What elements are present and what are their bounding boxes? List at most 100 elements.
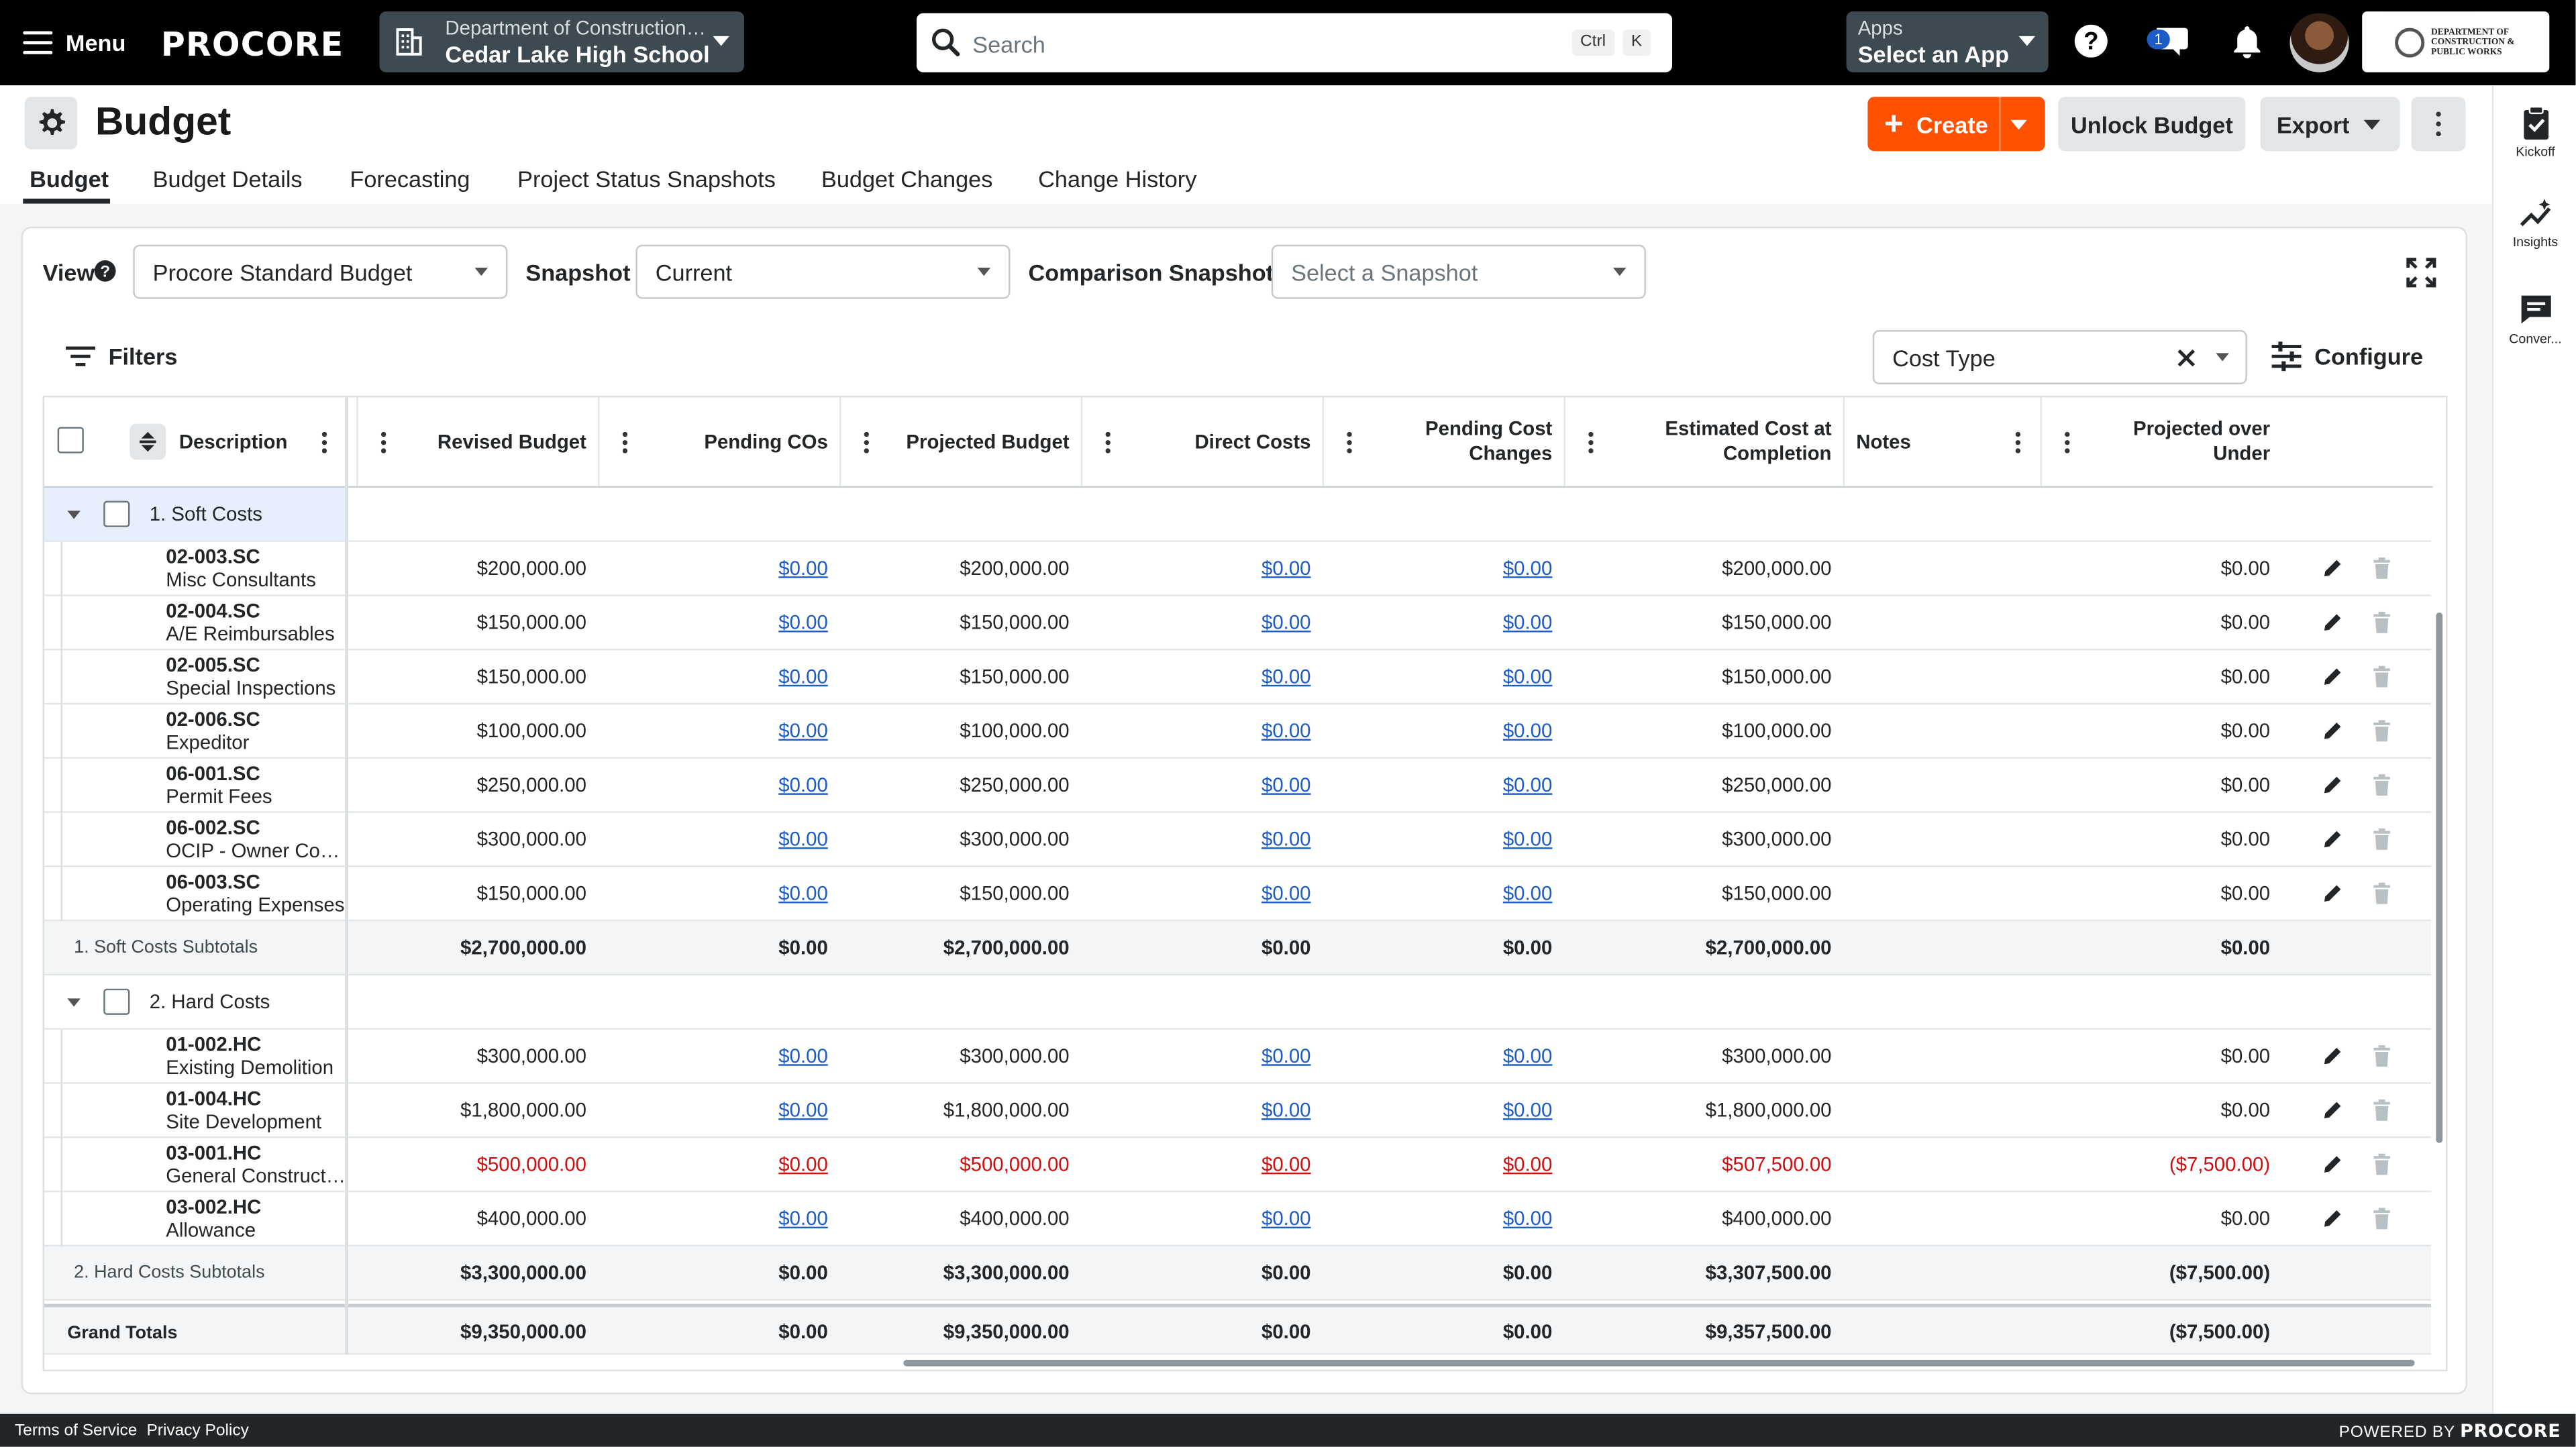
column-menu-icon[interactable] [1588,431,1594,453]
user-avatar[interactable] [2289,13,2349,72]
trash-icon[interactable] [2370,1044,2393,1067]
cell-over-under: $0.00 [2220,936,2271,959]
tab-project-status-snapshots[interactable]: Project Status Snapshots [517,166,776,192]
export-button[interactable]: Export [2260,97,2400,152]
edit-icon[interactable] [2321,828,2344,851]
edit-icon[interactable] [2321,1099,2344,1122]
comparison-snapshot-select[interactable]: Select a Snapshot [1271,244,1646,299]
tab-budget-changes[interactable]: Budget Changes [821,166,992,192]
edit-icon[interactable] [2321,773,2344,796]
column-menu-icon[interactable] [1347,431,1352,453]
bell-icon[interactable] [2230,23,2263,59]
column-header-pending-cost-changes[interactable]: Pending Cost Changes [1368,397,1552,486]
search-input[interactable] [969,23,1567,66]
tab-budget[interactable]: Budget [30,166,109,192]
column-header-revised-budget[interactable]: Revised Budget [403,397,586,486]
configure-button[interactable]: Configure [2271,341,2423,372]
tab-change-history[interactable]: Change History [1038,166,1196,192]
trash-icon[interactable] [2370,557,2393,580]
column-menu-icon[interactable] [2015,431,2021,453]
trash-icon[interactable] [2370,1153,2393,1175]
edit-icon[interactable] [2321,1207,2344,1230]
menu-label: Menu [65,30,126,56]
edit-icon[interactable] [2321,882,2344,905]
column-menu-icon[interactable] [1105,431,1111,453]
more-actions-button[interactable] [2411,97,2466,152]
group-checkbox[interactable] [103,988,130,1015]
trash-icon[interactable] [2370,882,2393,905]
column-header-projected-budget[interactable]: Projected Budget [885,397,1069,486]
select-all-checkbox[interactable] [57,427,84,453]
global-search[interactable]: Ctrl K [916,13,1673,72]
page-footer: Terms of Service Privacy Policy POWERED … [0,1413,2576,1447]
filters-button[interactable]: Filters [65,341,177,371]
edit-icon[interactable] [2321,557,2344,580]
apps-picker[interactable]: Apps Select an App [1846,11,2049,72]
trash-icon[interactable] [2370,773,2393,796]
column-menu-icon[interactable] [321,431,327,453]
trash-icon[interactable] [2370,611,2393,634]
help-icon[interactable]: ? [2073,23,2109,59]
building-icon [396,28,422,56]
chevron-down-icon[interactable] [67,998,81,1007]
view-select-value: Procore Standard Budget [152,259,413,286]
project-name: Cedar Lake High School [445,41,710,68]
create-button[interactable]: + Create [1867,97,2045,152]
rail-kickoff[interactable]: Kickoff [2493,105,2576,160]
plus-icon: + [1884,105,1904,142]
rail-insights[interactable]: Insights [2493,195,2576,250]
project-picker[interactable]: Department of Construction… Cedar Lake H… [379,11,744,72]
vertical-scroll-thumb[interactable] [2436,612,2443,1143]
help-circle-icon[interactable]: ? [94,260,117,282]
edit-icon[interactable] [2321,719,2344,742]
terms-link[interactable]: Terms of Service [15,1422,137,1440]
rail-kickoff-label: Kickoff [2516,144,2555,160]
group-checkbox[interactable] [103,500,130,527]
edit-icon[interactable] [2321,1044,2344,1067]
trash-icon[interactable] [2370,665,2393,688]
privacy-link[interactable]: Privacy Policy [146,1422,248,1440]
trash-icon[interactable] [2370,719,2393,742]
tool-settings-button[interactable] [24,97,78,150]
expand-collapse-all-button[interactable] [130,423,166,460]
column-menu-icon[interactable] [380,431,387,453]
chevron-down-icon [1612,268,1627,276]
view-select[interactable]: Procore Standard Budget [133,244,508,299]
company-logo[interactable]: DEPARTMENT OF CONSTRUCTION & PUBLIC WORK… [2362,11,2550,72]
trash-icon[interactable] [2370,1099,2393,1122]
snapshot-select[interactable]: Current [635,244,1011,299]
vertical-scrollbar[interactable] [2432,486,2446,1304]
chevron-down-icon[interactable] [67,511,81,519]
column-header-pending-cos[interactable]: Pending COs [644,397,827,486]
column-menu-icon[interactable] [864,431,869,453]
edit-icon[interactable] [2321,1153,2344,1175]
tab-forecasting[interactable]: Forecasting [350,166,470,192]
unlock-budget-button[interactable]: Unlock Budget [2058,97,2246,152]
fullscreen-icon[interactable] [2405,256,2438,289]
column-header-projected-over-under[interactable]: Projected over Under [2086,397,2270,486]
column-divider [1843,397,1845,486]
chevron-down-icon[interactable] [2010,119,2027,130]
trash-icon[interactable] [2370,1207,2393,1230]
edit-icon[interactable] [2321,665,2344,688]
edit-icon[interactable] [2321,611,2344,634]
horizontal-scroll-thumb[interactable] [903,1359,2415,1366]
column-header-direct-costs[interactable]: Direct Costs [1127,397,1310,486]
cell-over-under: $0.00 [2220,610,2271,634]
column-menu-icon[interactable] [2065,431,2070,453]
menu-button[interactable]: Menu [23,23,125,62]
column-header-estimated-cost-at-completion[interactable]: Estimated Cost at Completion [1610,397,1831,486]
column-menu-icon[interactable] [622,431,628,453]
tab-budget-details[interactable]: Budget Details [153,166,303,192]
horizontal-scrollbar[interactable] [44,1354,2446,1370]
column-header-notes[interactable]: Notes [1856,397,1988,486]
view-label: View [42,259,95,286]
clear-icon[interactable] [2177,348,2196,368]
group-by-select[interactable]: Cost Type [1872,330,2247,384]
rail-conversations[interactable]: Conver... [2493,292,2576,347]
table-row: 03-001.HC General Construct… $500,000.00 $0… [44,1138,2432,1193]
procore-logo[interactable]: PROCORE [161,25,344,64]
column-header-description[interactable]: Description [179,397,311,486]
cell-over-under: $0.00 [2220,1207,2271,1230]
trash-icon[interactable] [2370,828,2393,851]
